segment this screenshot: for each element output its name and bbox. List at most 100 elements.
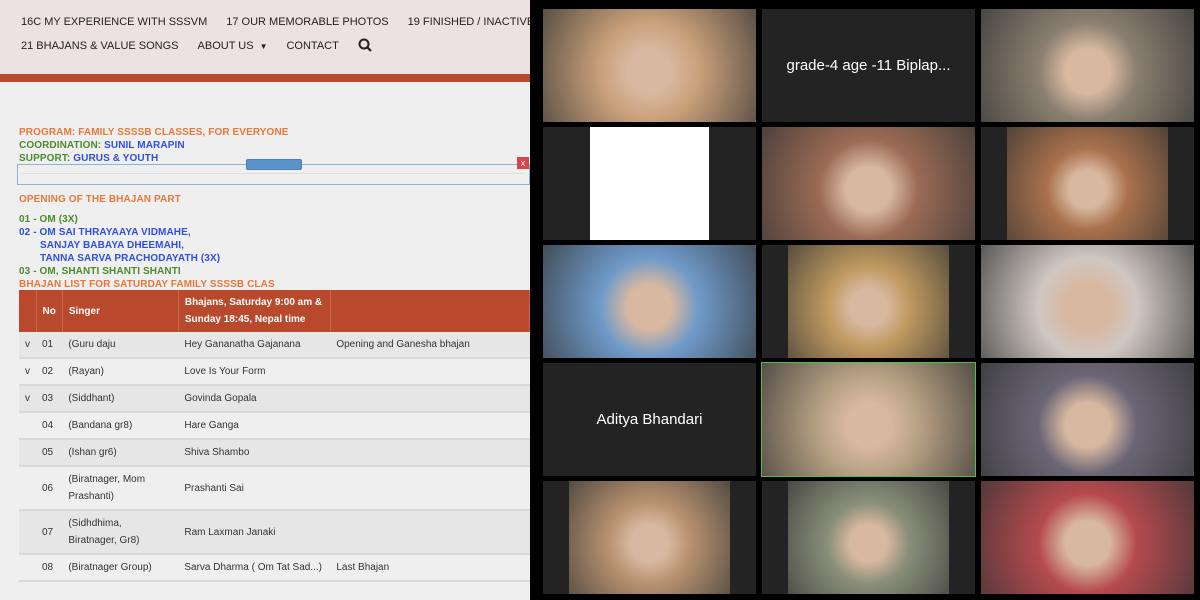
participant-name: Aditya Bhandari xyxy=(596,411,703,428)
nav-my-experience[interactable]: 16C MY EXPERIENCE WITH SSSVM xyxy=(21,16,207,28)
caret-down-icon: ▼ xyxy=(259,42,268,51)
participant-tile[interactable] xyxy=(981,363,1194,476)
row-singer: (Biratnager, Mom Prashanti) xyxy=(62,466,179,511)
participant-video xyxy=(981,363,1194,476)
table-row: 08 (Biratnager Group) Sarva Dharma ( Om Ta… xyxy=(19,554,530,582)
participant-tile[interactable]: grade-4 age -11 Biplap... xyxy=(762,9,975,122)
row-note xyxy=(330,466,530,511)
row-mark: v xyxy=(19,358,36,386)
nav-finished-inactive[interactable]: 19 FINISHED / INACTIVE▼ xyxy=(408,16,530,28)
row-note: Opening and Ganesha bhajan xyxy=(330,332,530,359)
program-label: PROGRAM: FAMILY SSSSB CLASSES, FOR EVERY… xyxy=(19,127,289,138)
slider-widget[interactable]: x xyxy=(17,157,530,185)
nav-bhajans[interactable]: 21 BHAJANS & VALUE SONGS xyxy=(21,40,179,52)
row-mark: v xyxy=(19,332,36,359)
support-value: GURUS & YOUTH xyxy=(73,153,159,164)
participant-tile[interactable] xyxy=(981,481,1194,594)
table-row: 05 (Ishan gr6) Shiva Shambo xyxy=(19,439,530,467)
row-bhajan: Hare Ganga xyxy=(178,412,331,440)
header-singer: Singer xyxy=(62,290,179,332)
participant-tile[interactable] xyxy=(543,481,756,594)
row-bhajan: Ram Laxman Janaki xyxy=(178,510,331,555)
row-mark xyxy=(19,439,36,467)
row-note xyxy=(330,385,530,413)
participant-tile[interactable] xyxy=(981,245,1194,358)
row-mark xyxy=(19,554,36,582)
participant-tile[interactable] xyxy=(543,127,756,240)
participant-tile[interactable] xyxy=(762,481,975,594)
row-bhajan: Shiva Shambo xyxy=(178,439,331,467)
bhajan-table: No Singer Bhajans, Saturday 9:00 am & Su… xyxy=(19,290,530,582)
row-no: 04 xyxy=(36,412,63,440)
opening-line: 03 - OM, SHANTI SHANTI SHANTI xyxy=(19,266,181,277)
opening-line: 02 - OM SAI THRAYAAYA VIDMAHE, xyxy=(19,227,191,238)
row-note xyxy=(330,439,530,467)
slider-track xyxy=(22,173,525,174)
participant-tile[interactable] xyxy=(762,245,975,358)
row-no: 06 xyxy=(36,466,63,511)
participant-name: grade-4 age -11 Biplap... xyxy=(786,57,951,74)
table-row: 06 (Biratnager, Mom Prashanti) Prashanti S… xyxy=(19,466,530,511)
table-row: 07 (Sidhdhima, Biratnager, Gr8) Ram Laxman… xyxy=(19,510,530,555)
participant-video xyxy=(543,245,756,358)
participant-tile[interactable] xyxy=(761,362,976,477)
row-mark: v xyxy=(19,385,36,413)
nav-memorable-photos[interactable]: 17 OUR MEMORABLE PHOTOS xyxy=(226,16,388,28)
row-no: 08 xyxy=(36,554,63,582)
participant-video xyxy=(788,245,949,358)
row-no: 05 xyxy=(36,439,63,467)
row-singer: (Guru daju xyxy=(62,332,179,359)
row-bhajan: Prashanti Sai xyxy=(178,466,331,511)
participant-video xyxy=(762,127,975,240)
row-note xyxy=(330,358,530,386)
row-mark xyxy=(19,412,36,440)
participant-tile[interactable] xyxy=(981,127,1194,240)
table-row: 04 (Bandana gr8) Hare Ganga xyxy=(19,412,530,440)
opening-line: 01 - OM (3X) xyxy=(19,214,78,225)
nav-label: 19 FINISHED / INACTIVE xyxy=(407,16,530,28)
row-singer: (Biratnager Group) xyxy=(62,554,179,582)
row-singer: (Bandana gr8) xyxy=(62,412,179,440)
nav-about-us[interactable]: ABOUT US ▼ xyxy=(198,40,268,52)
participant-tile[interactable] xyxy=(543,9,756,122)
participant-video xyxy=(981,481,1194,594)
participant-video xyxy=(762,363,975,476)
participant-tile[interactable]: Aditya Bhandari xyxy=(543,363,756,476)
participant-video xyxy=(981,9,1194,122)
support-label: SUPPORT: xyxy=(19,153,74,164)
row-note: Last Bhajan xyxy=(330,554,530,582)
close-icon[interactable]: x xyxy=(517,157,529,169)
website-panel: 16C MY EXPERIENCE WITH SSSVM 17 OUR MEMO… xyxy=(0,0,530,600)
nav-contact[interactable]: CONTACT xyxy=(286,40,338,52)
row-singer: (Sidhdhima, Biratnager, Gr8) xyxy=(62,510,179,555)
row-singer: (Siddhant) xyxy=(62,385,179,413)
row-no: 03 xyxy=(36,385,63,413)
row-no: 01 xyxy=(36,332,63,359)
row-bhajan: Hey Gananatha Gajanana xyxy=(178,332,331,359)
participant-tile[interactable] xyxy=(762,127,975,240)
row-bhajan: Love Is Your Form xyxy=(178,358,331,386)
header-divider xyxy=(0,74,530,82)
participant-video xyxy=(1007,127,1168,240)
participant-tile[interactable] xyxy=(981,9,1194,122)
coordination-label: COORDINATION: xyxy=(19,140,105,151)
opening-line: TANNA SARVA PRACHODAYATH (3X) xyxy=(40,253,221,264)
participant-video xyxy=(590,127,709,240)
slider-handle[interactable] xyxy=(246,159,302,170)
row-note xyxy=(330,510,530,555)
row-singer: (Ishan gr6) xyxy=(62,439,179,467)
header-no: No xyxy=(36,290,63,332)
coordination-value: SUNIL MARAPIN xyxy=(104,140,185,151)
search-icon[interactable] xyxy=(358,38,372,55)
row-note xyxy=(330,412,530,440)
participant-video xyxy=(981,245,1194,358)
header-bhajans: Bhajans, Saturday 9:00 am & Sunday 18:45… xyxy=(178,290,331,332)
participant-tile[interactable] xyxy=(543,245,756,358)
table-row: v 01 (Guru daju Hey Gananatha Gajanana Openi… xyxy=(19,332,530,359)
opening-line: SANJAY BABAYA DHEEMAHI, xyxy=(40,240,185,251)
row-singer: (Rayan) xyxy=(62,358,179,386)
participant-video xyxy=(569,481,730,594)
row-bhajan: Govinda Gopala xyxy=(178,385,331,413)
row-mark xyxy=(19,466,36,511)
video-grid: grade-4 age -11 Biplap... Aditya Bhandari xyxy=(537,4,1194,594)
